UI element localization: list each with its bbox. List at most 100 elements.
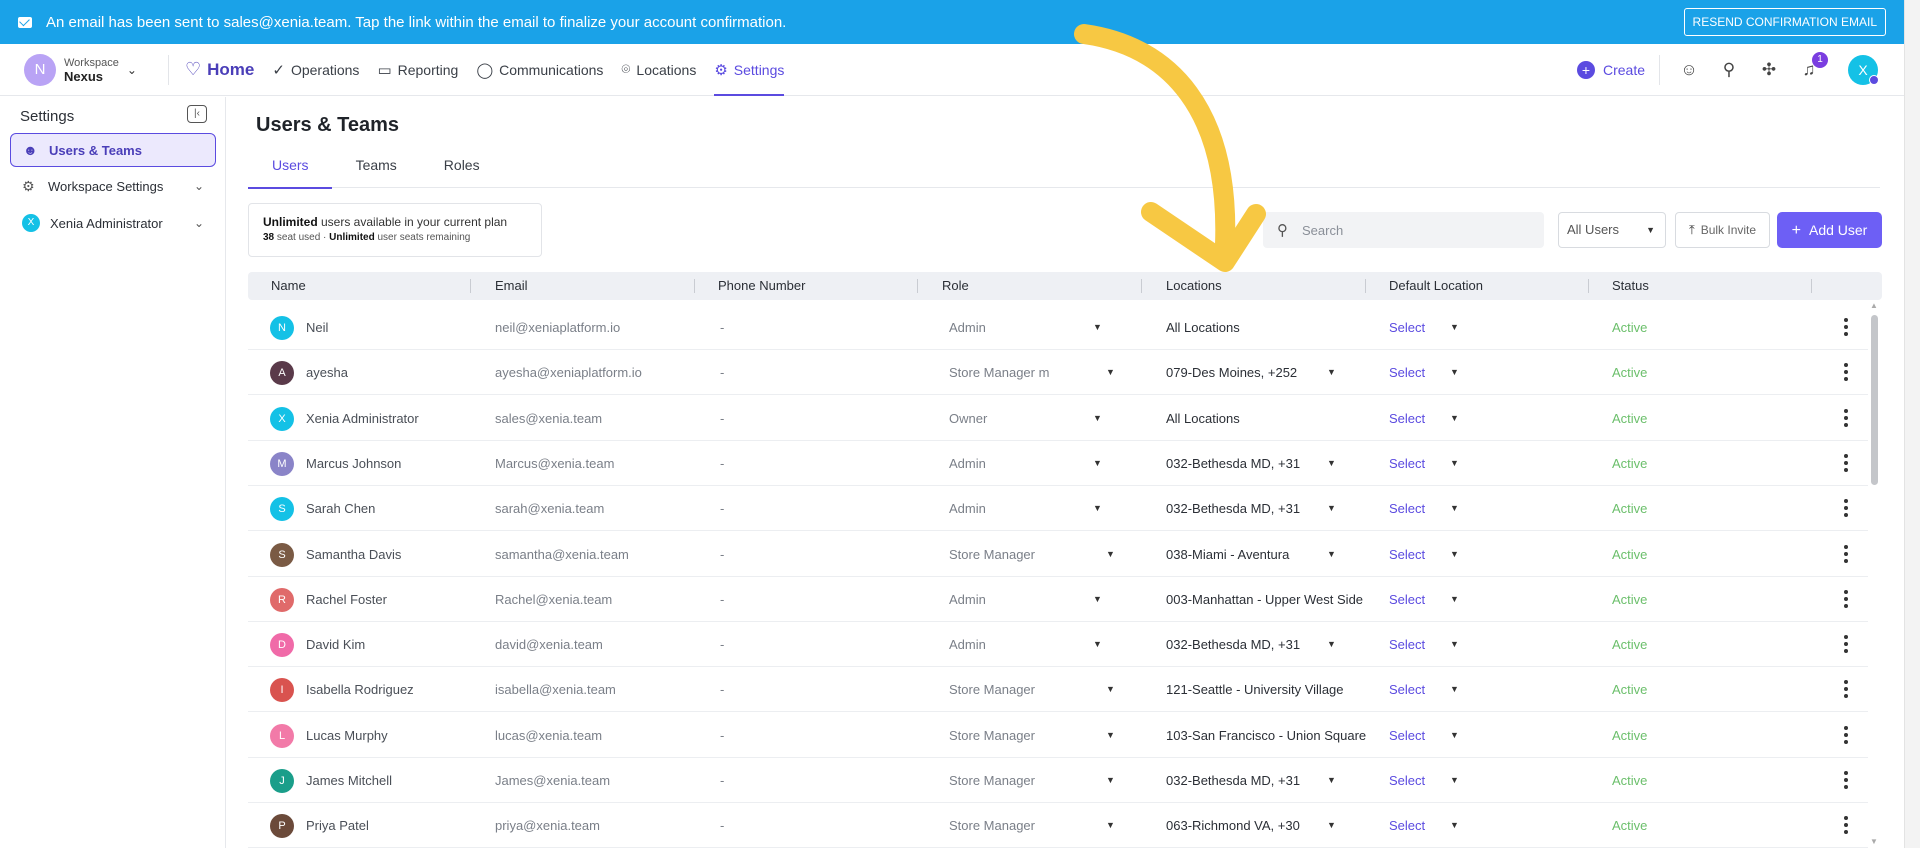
default-location-select[interactable]: Select [1389,713,1425,758]
more-options-icon[interactable] [1844,680,1848,699]
default-location-select[interactable]: Select [1389,441,1425,486]
resend-confirmation-button[interactable]: RESEND CONFIRMATION EMAIL [1683,8,1886,36]
role-select[interactable]: Store Manager [949,758,1035,803]
more-options-icon[interactable] [1844,725,1848,744]
table-scrollbar[interactable]: ▲ ▼ [1869,301,1879,848]
caret-down-icon[interactable]: ▼ [1093,441,1102,486]
column-resizer[interactable] [1365,279,1366,293]
caret-down-icon[interactable]: ▼ [1327,532,1336,577]
create-button[interactable]: + Create [1576,61,1645,79]
more-options-icon[interactable] [1844,816,1848,835]
user-locations[interactable]: 032-Bethesda MD, +31 [1166,622,1300,667]
role-select[interactable]: Admin [949,305,986,350]
window-scrollbar[interactable] [1904,0,1920,848]
default-location-select[interactable]: Select [1389,396,1425,441]
tab-teams[interactable]: Teams [332,150,420,188]
caret-down-icon[interactable]: ▼ [1106,713,1115,758]
add-user-button[interactable]: + Add User [1777,212,1882,248]
caret-down-icon[interactable]: ▼ [1327,441,1336,486]
more-options-icon[interactable] [1844,635,1848,654]
more-options-icon[interactable] [1844,453,1848,472]
sidebar-item-users-teams[interactable]: ☻ Users & Teams [10,133,216,167]
nav-communications[interactable]: ◯ Communications [476,44,603,96]
more-options-icon[interactable] [1844,589,1848,608]
caret-down-icon[interactable]: ▼ [1106,758,1115,803]
column-resizer[interactable] [1588,279,1589,293]
default-location-select[interactable]: Select [1389,532,1425,577]
caret-down-icon[interactable]: ▼ [1106,350,1115,395]
column-header-default-location[interactable]: Default Location [1389,272,1483,300]
nav-home[interactable]: ♡ Home [185,44,254,96]
column-resizer[interactable] [1141,279,1142,293]
user-name[interactable]: ayesha [306,350,348,395]
default-location-select[interactable]: Select [1389,622,1425,667]
user-name[interactable]: Isabella Rodriguez [306,667,414,712]
nav-locations[interactable]: ⌾ Locations [621,44,696,96]
user-locations[interactable]: 063-Richmond VA, +30 [1166,803,1300,848]
user-name[interactable]: Marcus Johnson [306,441,401,486]
scrollbar-thumb[interactable] [1871,315,1878,485]
role-select[interactable]: Store Manager [949,803,1035,848]
more-options-icon[interactable] [1844,363,1848,382]
caret-down-icon[interactable]: ▼ [1327,622,1336,667]
caret-down-icon[interactable]: ▼ [1450,486,1459,531]
default-location-select[interactable]: Select [1389,758,1425,803]
user-name[interactable]: Rachel Foster [306,577,387,622]
default-location-select[interactable]: Select [1389,803,1425,848]
sidebar-item-workspace-settings[interactable]: ⚙ Workspace Settings ⌄ [10,169,216,203]
user-name[interactable]: David Kim [306,622,365,667]
caret-down-icon[interactable]: ▼ [1093,577,1102,622]
default-location-select[interactable]: Select [1389,577,1425,622]
caret-down-icon[interactable]: ▼ [1450,396,1459,441]
caret-down-icon[interactable]: ▼ [1106,803,1115,848]
more-options-icon[interactable] [1844,499,1848,518]
caret-down-icon[interactable]: ▼ [1450,532,1459,577]
user-locations[interactable]: 038-Miami - Aventura [1166,532,1289,577]
column-header-name[interactable]: Name [271,272,306,300]
user-locations[interactable]: 032-Bethesda MD, +31 [1166,758,1300,803]
bulk-invite-button[interactable]: ⤒ Bulk Invite [1675,212,1770,248]
caret-down-icon[interactable]: ▼ [1450,667,1459,712]
caret-down-icon[interactable]: ▼ [1450,622,1459,667]
user-avatar[interactable]: X [1848,55,1879,85]
more-options-icon[interactable] [1844,318,1848,336]
column-resizer[interactable] [1811,279,1812,293]
default-location-select[interactable]: Select [1389,486,1425,531]
caret-down-icon[interactable]: ▼ [1093,396,1102,441]
role-select[interactable]: Admin [949,622,986,667]
user-locations[interactable]: 079-Des Moines, +252 [1166,350,1297,395]
column-header-role[interactable]: Role [942,272,969,300]
user-name[interactable]: Neil [306,305,328,350]
caret-down-icon[interactable]: ▼ [1093,305,1102,350]
sidebar-item-xenia-administrator[interactable]: X Xenia Administrator ⌄ [10,206,216,240]
caret-down-icon[interactable]: ▼ [1106,667,1115,712]
caret-down-icon[interactable]: ▼ [1093,486,1102,531]
user-name[interactable]: Samantha Davis [306,532,401,577]
scroll-up-icon[interactable]: ▲ [1870,301,1878,310]
caret-down-icon[interactable]: ▼ [1450,713,1459,758]
caret-down-icon[interactable]: ▼ [1450,758,1459,803]
user-name[interactable]: James Mitchell [306,758,392,803]
caret-down-icon[interactable]: ▼ [1327,758,1336,803]
column-resizer[interactable] [694,279,695,293]
role-select[interactable]: Admin [949,441,986,486]
caret-down-icon[interactable]: ▼ [1450,577,1459,622]
caret-down-icon[interactable]: ▼ [1093,622,1102,667]
column-header-email[interactable]: Email [495,272,528,300]
caret-down-icon[interactable]: ▼ [1327,350,1336,395]
role-select[interactable]: Store Manager m [949,350,1049,395]
tab-users[interactable]: Users [248,150,332,189]
nav-settings[interactable]: ⚙ Settings [714,44,785,96]
caret-down-icon[interactable]: ▼ [1450,803,1459,848]
more-options-icon[interactable] [1844,771,1848,789]
role-select[interactable]: Admin [949,577,986,622]
role-select[interactable]: Owner [949,396,987,441]
more-options-icon[interactable] [1844,544,1848,563]
workspace-switcher[interactable]: N Workspace Nexus ⌄ [0,53,168,86]
role-select[interactable]: Admin [949,486,986,531]
caret-down-icon[interactable]: ▼ [1450,350,1459,395]
puzzle-icon[interactable]: ✣ [1758,59,1780,81]
user-name[interactable]: Xenia Administrator [306,396,419,441]
default-location-select[interactable]: Select [1389,350,1425,395]
user-name[interactable]: Lucas Murphy [306,713,388,758]
